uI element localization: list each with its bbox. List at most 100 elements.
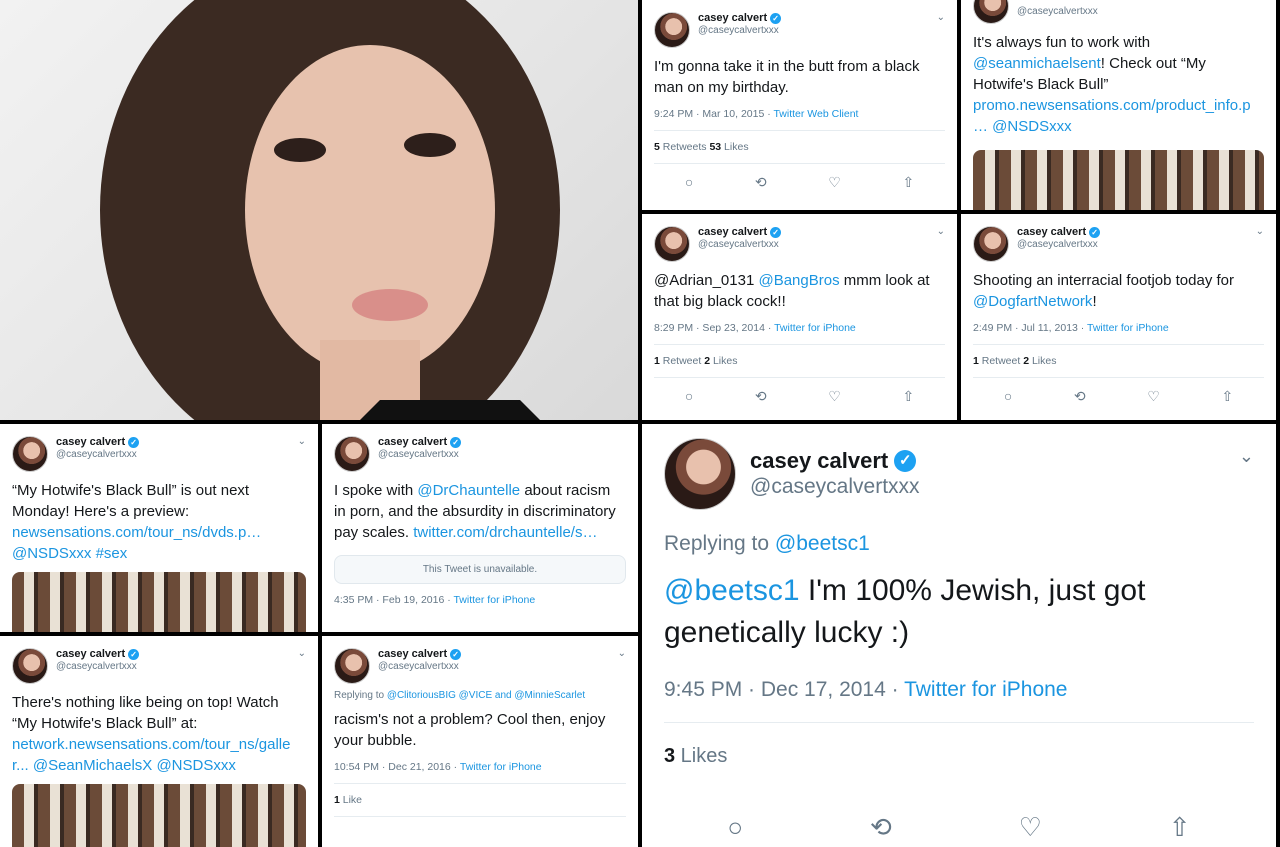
share-icon[interactable]: ⇧ xyxy=(1221,388,1233,405)
replying-to: Replying to @beetsc1 xyxy=(664,532,870,555)
chevron-down-icon[interactable]: ⌄ xyxy=(1256,226,1264,237)
avatar[interactable] xyxy=(12,648,48,684)
reply-icon[interactable]: ○ xyxy=(685,388,693,405)
author-name[interactable]: casey calvert ✓ xyxy=(56,648,140,661)
url-link[interactable]: newsensations.com/tour_ns/dvds.p… @NSDSx… xyxy=(12,524,261,562)
author-name[interactable]: casey calvert ✓ xyxy=(750,448,920,474)
reply-icon[interactable]: ○ xyxy=(685,174,693,191)
tweet-text: It's always fun to work with @seanmichae… xyxy=(973,34,1251,135)
tweet-card[interactable]: casey calvert ✓ @caseycalvertxxx ⌄ “My Ho… xyxy=(0,424,318,632)
author-name[interactable]: casey calvert ✓ xyxy=(378,436,462,449)
mention-link[interactable]: @DrChauntelle xyxy=(417,482,520,499)
avatar[interactable] xyxy=(973,0,1009,24)
reply-icon[interactable]: ○ xyxy=(1004,388,1012,405)
author-handle[interactable]: @caseycalvertxxx xyxy=(1017,6,1098,18)
author-handle[interactable]: @caseycalvertxxx xyxy=(750,474,920,499)
tweet-card[interactable]: casey calvert ✓ @caseycalvertxxx ⌄ Shooti… xyxy=(961,214,1276,420)
verified-badge-icon: ✓ xyxy=(1089,227,1101,239)
like-icon[interactable]: ♡ xyxy=(828,174,841,191)
reply-icon[interactable]: ○ xyxy=(727,812,743,843)
mention-link[interactable]: @seanmichaelsent xyxy=(973,55,1101,72)
tweet-card[interactable]: casey calvert ✓ @caseycalvertxxx ⌄ @Adria… xyxy=(642,214,957,420)
author-handle[interactable]: @caseycalvertxxx xyxy=(698,239,781,251)
chevron-down-icon[interactable]: ⌄ xyxy=(937,12,945,23)
mention-link[interactable]: @beetsc1 xyxy=(664,574,800,607)
tweet-header: casey calvert ✓ @caseycalvertxxx ⌄ xyxy=(664,438,1254,510)
tweet-header: casey calvert ✓ @caseycalvertxxx ⌄ xyxy=(334,648,626,684)
tweet-header: casey calvert ✓ @caseycalvertxxx xyxy=(334,436,626,472)
unavailable-tweet-notice: This Tweet is unavailable. xyxy=(334,555,626,584)
reply-mentions-link[interactable]: @ClitoriousBIG @VICE and @MinnieScarlet xyxy=(387,690,585,701)
tweet-header: casey calvert ✓ @caseycalvertxxx ⌄ xyxy=(654,226,945,262)
author-handle[interactable]: @caseycalvertxxx xyxy=(378,661,461,673)
author-name[interactable]: casey calvert ✓ xyxy=(378,648,462,661)
tweet-source-link[interactable]: Twitter for iPhone xyxy=(460,761,542,773)
avatar[interactable] xyxy=(654,12,690,48)
author-handle[interactable]: @caseycalvertxxx xyxy=(56,449,139,461)
like-icon[interactable]: ♡ xyxy=(1147,388,1160,405)
tweet-source-link[interactable]: Twitter for iPhone xyxy=(774,322,856,334)
like-icon[interactable]: ♡ xyxy=(828,388,841,405)
tweet-card-large[interactable]: casey calvert ✓ @caseycalvertxxx ⌄ Replyi… xyxy=(642,424,1276,847)
share-icon[interactable]: ⇧ xyxy=(902,174,914,191)
tweet-text: Shooting an interracial footjob today fo… xyxy=(973,272,1234,310)
retweet-icon[interactable]: ⟲ xyxy=(755,388,767,405)
tweet-card[interactable]: casey calvert ✓ @caseycalvertxxx ⌄ I'm go… xyxy=(642,0,957,210)
tweet-card[interactable]: @caseycalvertxxx It's always fun to work… xyxy=(961,0,1276,210)
chevron-down-icon[interactable]: ⌄ xyxy=(298,436,306,447)
avatar[interactable] xyxy=(12,436,48,472)
tweet-source-link[interactable]: Twitter for iPhone xyxy=(904,678,1067,701)
tweet-stats: 3 Likes xyxy=(664,722,1254,790)
retweet-icon[interactable]: ⟲ xyxy=(755,174,767,191)
tweet-source-link[interactable]: Twitter for iPhone xyxy=(453,594,535,606)
avatar[interactable] xyxy=(654,226,690,262)
author-name[interactable]: casey calvert ✓ xyxy=(56,436,140,449)
tweet-meta: 8:29 PM · Sep 23, 2014 · Twitter for iPh… xyxy=(654,322,856,334)
reply-mentions-link[interactable]: @beetsc1 xyxy=(775,532,870,555)
tweet-header: casey calvert ✓ @caseycalvertxxx ⌄ xyxy=(973,226,1264,262)
tweet-card[interactable]: casey calvert ✓ @caseycalvertxxx ⌄ Replyi… xyxy=(322,636,638,847)
tweet-text: There's nothing like being on top! Watch… xyxy=(12,694,291,774)
tweet-stats: 1 Like xyxy=(334,783,626,817)
avatar[interactable] xyxy=(973,226,1009,262)
portrait-image xyxy=(100,0,560,420)
retweet-icon[interactable]: ⟲ xyxy=(1074,388,1086,405)
chevron-down-icon[interactable]: ⌄ xyxy=(298,648,306,659)
url-link[interactable]: promo.newsensations.com/product_info.p …… xyxy=(973,97,1251,135)
chevron-down-icon[interactable]: ⌄ xyxy=(937,226,945,237)
url-link[interactable]: network.newsensations.com/tour_ns/galle … xyxy=(12,736,290,774)
share-icon[interactable]: ⇧ xyxy=(1169,812,1191,843)
share-icon[interactable]: ⇧ xyxy=(902,388,914,405)
tweet-card[interactable]: casey calvert ✓ @caseycalvertxxx I spoke … xyxy=(322,424,638,632)
avatar[interactable] xyxy=(334,436,370,472)
tweet-meta: 2:49 PM · Jul 11, 2013 · Twitter for iPh… xyxy=(973,322,1169,334)
mention-link[interactable]: @BangBros xyxy=(758,272,839,289)
avatar[interactable] xyxy=(334,648,370,684)
url-link[interactable]: twitter.com/drchauntelle/s… xyxy=(413,524,597,541)
media-thumbnail[interactable] xyxy=(12,784,306,847)
like-icon[interactable]: ♡ xyxy=(1019,812,1042,843)
author-name[interactable]: casey calvert ✓ xyxy=(1017,226,1101,239)
author-handle[interactable]: @caseycalvertxxx xyxy=(378,449,461,461)
retweet-icon[interactable]: ⟲ xyxy=(870,812,892,843)
chevron-down-icon[interactable]: ⌄ xyxy=(618,648,626,659)
tweet-meta: 10:54 PM · Dec 21, 2016 · Twitter for iP… xyxy=(334,761,542,773)
media-thumbnail[interactable] xyxy=(12,572,306,632)
author-handle[interactable]: @caseycalvertxxx xyxy=(698,25,781,37)
verified-badge-icon: ✓ xyxy=(894,450,917,473)
avatar[interactable] xyxy=(664,438,736,510)
author-handle[interactable]: @caseycalvertxxx xyxy=(56,661,139,673)
tweet-card[interactable]: casey calvert ✓ @caseycalvertxxx ⌄ There'… xyxy=(0,636,318,847)
author-name[interactable]: casey calvert ✓ xyxy=(698,12,782,25)
media-thumbnail[interactable] xyxy=(973,150,1264,210)
tweet-source-link[interactable]: Twitter for iPhone xyxy=(1087,322,1169,334)
chevron-down-icon[interactable]: ⌄ xyxy=(1239,446,1254,467)
tweet-stats: 1 Retweet 2 Likes xyxy=(654,344,945,378)
author-name[interactable]: casey calvert ✓ xyxy=(698,226,782,239)
tweet-text: I'm gonna take it in the butt from a bla… xyxy=(654,58,920,96)
tweet-meta: 4:35 PM · Feb 19, 2016 · Twitter for iPh… xyxy=(334,594,536,606)
author-handle[interactable]: @caseycalvertxxx xyxy=(1017,239,1100,251)
tweet-source-link[interactable]: Twitter Web Client xyxy=(773,108,858,120)
tweet-meta: 9:24 PM · Mar 10, 2015 · Twitter Web Cli… xyxy=(654,108,859,120)
mention-link[interactable]: @DogfartNetwork xyxy=(973,293,1092,310)
